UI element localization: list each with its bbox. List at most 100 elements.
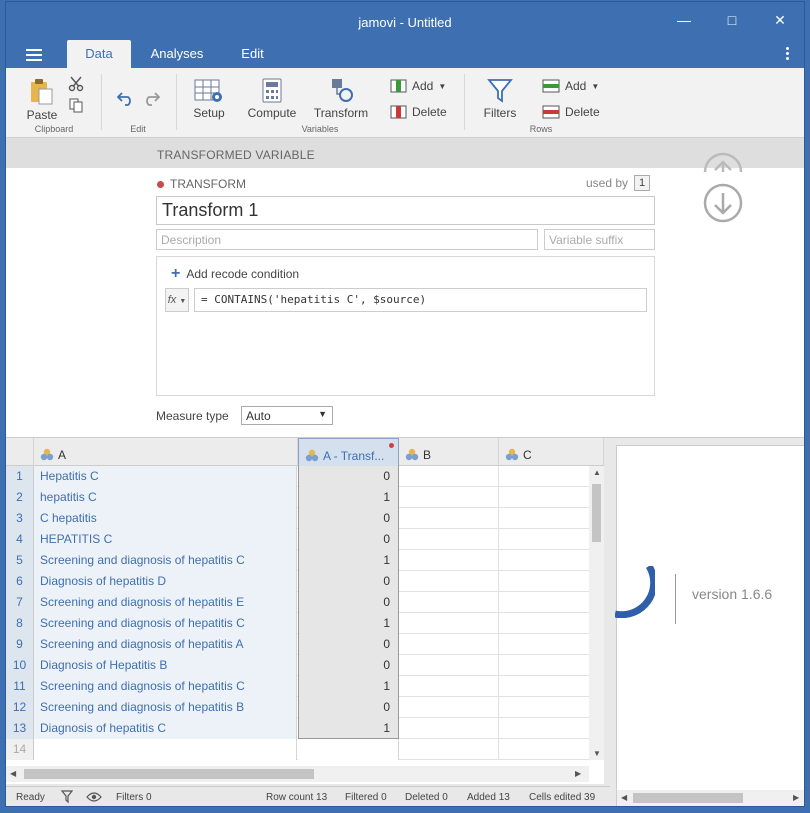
cell-b[interactable]	[399, 697, 499, 718]
row-number[interactable]: 1	[6, 466, 34, 487]
row-number[interactable]: 11	[6, 676, 34, 697]
row-number[interactable]: 5	[6, 550, 34, 571]
cell-transform[interactable]: 0	[298, 655, 399, 676]
results-scroll-thumb[interactable]	[633, 793, 743, 803]
variable-suffix-input[interactable]: Variable suffix	[544, 229, 655, 250]
transform-name-input[interactable]: Transform 1	[156, 196, 655, 225]
cell-c[interactable]	[499, 739, 589, 760]
cell-b[interactable]	[399, 487, 499, 508]
cut-icon[interactable]	[68, 76, 84, 92]
delete-variable-button[interactable]: Delete	[390, 105, 447, 119]
column-header-c[interactable]: C	[499, 438, 604, 466]
cell-a[interactable]: Screening and diagnosis of hepatitis E	[34, 592, 297, 613]
row-number[interactable]: 12	[6, 697, 34, 718]
cell-a[interactable]: Diagnosis of hepatitis D	[34, 571, 297, 592]
hamburger-menu-icon[interactable]	[26, 49, 42, 61]
vertical-scrollbar[interactable]: ▲ ▼	[589, 466, 604, 760]
row-number[interactable]: 14	[6, 739, 34, 760]
cell-transform[interactable]: 0	[298, 571, 399, 592]
next-variable-icon[interactable]	[703, 183, 743, 226]
tab-data[interactable]: Data	[67, 40, 131, 68]
setup-button[interactable]: Setup	[189, 78, 229, 120]
vertical-scroll-thumb[interactable]	[592, 484, 601, 542]
cell-c[interactable]	[499, 487, 589, 508]
cell-c[interactable]	[499, 529, 589, 550]
scroll-left-icon[interactable]: ◀	[621, 793, 627, 802]
row-number[interactable]: 7	[6, 592, 34, 613]
redo-icon[interactable]	[142, 90, 160, 106]
cell-transform[interactable]: 1	[298, 487, 399, 508]
cell-transform[interactable]: 1	[298, 613, 399, 634]
scroll-up-icon[interactable]: ▲	[593, 468, 601, 477]
cell-a[interactable]: Screening and diagnosis of hepatitis B	[34, 697, 297, 718]
cell-transform[interactable]: 0	[298, 697, 399, 718]
cell-b[interactable]	[399, 739, 499, 760]
cell-transform[interactable]: 1	[298, 550, 399, 571]
cell-b[interactable]	[399, 655, 499, 676]
description-input[interactable]: Description	[156, 229, 538, 250]
maximize-icon[interactable]: □	[724, 12, 740, 28]
cell-c[interactable]	[499, 676, 589, 697]
cell-b[interactable]	[399, 529, 499, 550]
cell-b[interactable]	[399, 466, 499, 487]
cell-a[interactable]: HEPATITIS C	[34, 529, 297, 550]
column-header-a[interactable]: A	[34, 438, 298, 466]
transform-button[interactable]: Transform	[312, 78, 370, 120]
function-menu-button[interactable]: fx ▼	[165, 288, 189, 312]
row-number[interactable]: 13	[6, 718, 34, 739]
cell-c[interactable]	[499, 697, 589, 718]
cell-a[interactable]: Diagnosis of hepatitis C	[34, 718, 297, 739]
add-recode-condition-button[interactable]: + Add recode condition	[171, 266, 299, 282]
used-by-count[interactable]: 1	[634, 175, 651, 191]
add-variable-button[interactable]: Add ▼	[390, 79, 446, 93]
cell-b[interactable]	[399, 550, 499, 571]
cell-c[interactable]	[499, 655, 589, 676]
cell-b[interactable]	[399, 718, 499, 739]
cell-a[interactable]: Screening and diagnosis of hepatitis C	[34, 550, 297, 571]
cell-c[interactable]	[499, 613, 589, 634]
filters-button[interactable]: Filters	[480, 78, 520, 120]
cell-transform[interactable]: 0	[298, 529, 399, 550]
cell-c[interactable]	[499, 571, 589, 592]
tab-analyses[interactable]: Analyses	[142, 40, 212, 68]
row-number[interactable]: 3	[6, 508, 34, 529]
cell-c[interactable]	[499, 508, 589, 529]
corner-cell[interactable]	[6, 438, 34, 466]
cell-b[interactable]	[399, 571, 499, 592]
horizontal-scrollbar[interactable]: ◀ ▶	[6, 766, 589, 782]
row-number[interactable]: 10	[6, 655, 34, 676]
cell-b[interactable]	[399, 592, 499, 613]
cell-a[interactable]: Screening and diagnosis of hepatitis A	[34, 634, 297, 655]
cell-b[interactable]	[399, 613, 499, 634]
cell-b[interactable]	[399, 508, 499, 529]
cell-a[interactable]	[34, 739, 297, 760]
cell-a[interactable]: hepatitis C	[34, 487, 297, 508]
cell-b[interactable]	[399, 676, 499, 697]
delete-row-button[interactable]: Delete	[542, 105, 600, 119]
cell-transform[interactable]: 0	[298, 508, 399, 529]
close-icon[interactable]: ✕	[772, 12, 788, 28]
tab-edit[interactable]: Edit	[230, 40, 275, 68]
cell-a[interactable]: Diagnosis of Hepatitis B	[34, 655, 297, 676]
previous-variable-icon[interactable]	[703, 152, 743, 172]
cell-transform[interactable]: 1	[298, 676, 399, 697]
column-header-a-transform[interactable]: A - Transf...	[298, 438, 399, 466]
row-number[interactable]: 8	[6, 613, 34, 634]
cell-a[interactable]: C hepatitis	[34, 508, 297, 529]
cell-transform[interactable]: 1	[298, 718, 399, 739]
cell-a[interactable]: Screening and diagnosis of hepatitis C	[34, 613, 297, 634]
cell-c[interactable]	[499, 550, 589, 571]
add-row-button[interactable]: Add ▼	[542, 79, 599, 93]
column-header-b[interactable]: B	[399, 438, 499, 466]
cell-b[interactable]	[399, 634, 499, 655]
cell-transform[interactable]: 0	[298, 634, 399, 655]
formula-input[interactable]: = CONTAINS('hepatitis C', $source)	[194, 288, 647, 312]
cell-a[interactable]: Hepatitis C	[34, 466, 297, 487]
eye-icon[interactable]	[86, 791, 102, 803]
copy-icon[interactable]	[69, 98, 83, 113]
cell-transform[interactable]: 0	[298, 466, 399, 487]
cell-transform[interactable]: 0	[298, 592, 399, 613]
minimize-icon[interactable]: —	[676, 12, 692, 28]
cell-transform[interactable]	[298, 739, 399, 760]
horizontal-scroll-thumb[interactable]	[24, 769, 314, 779]
